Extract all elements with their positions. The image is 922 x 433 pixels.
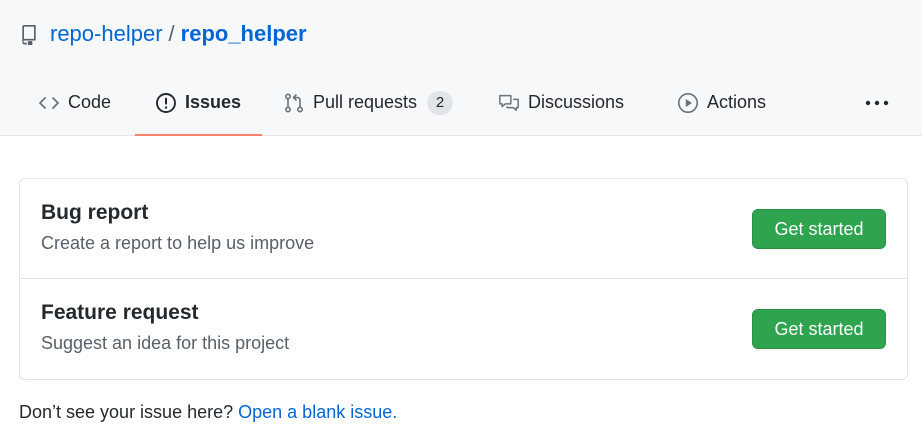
comment-discussion-icon bbox=[498, 92, 520, 114]
git-pull-request-icon bbox=[283, 92, 305, 114]
play-icon bbox=[677, 92, 699, 114]
tab-actions[interactable]: Actions bbox=[677, 84, 766, 136]
tab-discussions-label: Discussions bbox=[528, 92, 625, 112]
repo-header: repo-helper / repo_helper Code Issues Pu… bbox=[0, 0, 922, 136]
template-description: Create a report to help us improve bbox=[41, 233, 315, 253]
issue-template-bug-report: Bug report Create a report to help us im… bbox=[20, 179, 907, 279]
issue-template-feature-request: Feature request Suggest an idea for this… bbox=[20, 279, 907, 379]
kebab-horizontal-icon bbox=[865, 100, 889, 106]
repo-owner-link[interactable]: repo-helper bbox=[50, 21, 163, 47]
tab-issues[interactable]: Issues bbox=[135, 84, 262, 136]
repo-icon bbox=[22, 25, 36, 45]
tab-discussions[interactable]: Discussions bbox=[498, 84, 624, 136]
repo-title: repo-helper / repo_helper bbox=[20, 18, 307, 50]
pull-requests-counter: 2 bbox=[427, 91, 454, 115]
repo-nav-tabs: Code Issues Pull requests 2 Discussions … bbox=[0, 84, 922, 136]
tab-issues-label: Issues bbox=[185, 92, 242, 112]
template-title: Bug report bbox=[41, 201, 149, 224]
template-title: Feature request bbox=[41, 301, 199, 324]
issue-opened-icon bbox=[155, 92, 177, 114]
tab-code-label: Code bbox=[68, 92, 112, 112]
tab-actions-label: Actions bbox=[707, 92, 767, 112]
get-started-button-feature-request[interactable]: Get started bbox=[752, 309, 886, 349]
blank-issue-prompt: Don’t see your issue here? Open a blank … bbox=[19, 402, 397, 423]
issue-templates-list: Bug report Create a report to help us im… bbox=[19, 178, 908, 380]
template-description: Suggest an idea for this project bbox=[41, 333, 290, 353]
more-tabs-button[interactable] bbox=[864, 90, 890, 116]
repo-separator: / bbox=[168, 21, 175, 46]
code-icon bbox=[38, 92, 60, 114]
get-started-button-bug-report[interactable]: Get started bbox=[752, 209, 886, 249]
open-blank-issue-link[interactable]: Open a blank issue. bbox=[238, 402, 397, 422]
tab-code[interactable]: Code bbox=[38, 84, 111, 136]
repo-name-link[interactable]: repo_helper bbox=[181, 21, 307, 47]
tab-pull-requests[interactable]: Pull requests 2 bbox=[283, 84, 454, 136]
blank-issue-text: Don’t see your issue here? bbox=[19, 402, 234, 422]
tab-pull-requests-label: Pull requests bbox=[313, 92, 418, 112]
